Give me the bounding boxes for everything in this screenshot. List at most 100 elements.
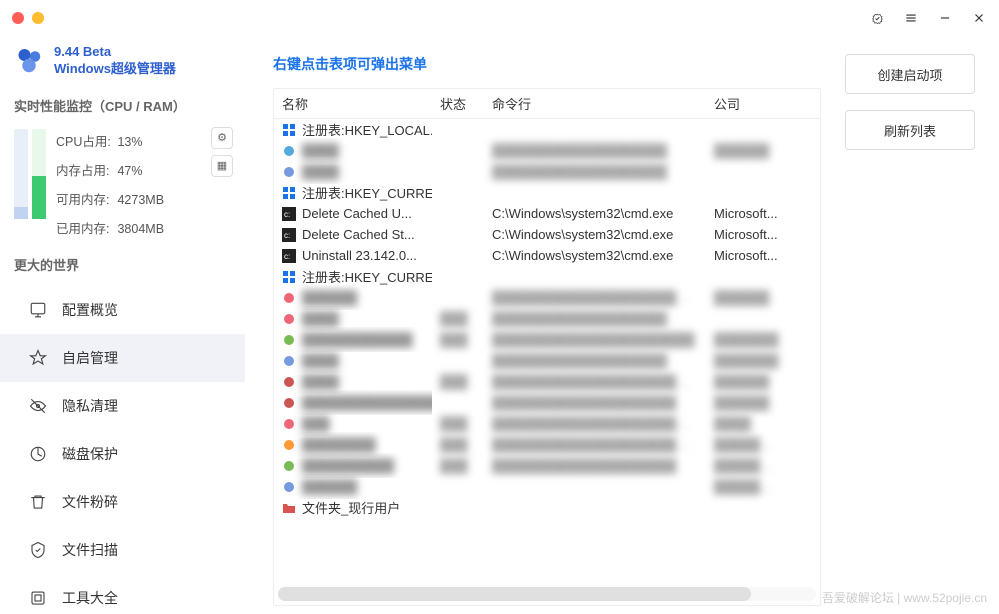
row-company: ████████ xyxy=(706,474,790,499)
row-name: 注册表:HKEY_LOCAL... xyxy=(302,120,432,139)
settings-icon[interactable] xyxy=(869,10,885,26)
tools-icon xyxy=(28,588,48,608)
hint-text: 右键点击表项可弹出菜单 xyxy=(273,54,821,88)
perf-ram-icon[interactable]: ▦ xyxy=(211,155,233,177)
row-cmd: C:\Windows\system32\cmd.exe xyxy=(484,243,706,268)
row-name: 文件夹_现行用户 xyxy=(302,498,400,517)
col-status[interactable]: 状态 xyxy=(432,89,484,118)
row-name: ████ xyxy=(302,353,339,368)
sidebar-item-label: 磁盘保护 xyxy=(62,444,118,464)
close-window[interactable] xyxy=(12,12,24,24)
startup-icon xyxy=(28,348,48,368)
row-status xyxy=(432,293,484,303)
sidebar-item-startup[interactable]: 自启管理 xyxy=(0,334,245,382)
perf-header: 实时性能监控（CPU / RAM） xyxy=(0,90,245,121)
sidebar-item-shred[interactable]: 文件粉碎 xyxy=(0,478,245,526)
row-cmd xyxy=(484,125,706,135)
table-row[interactable]: ██████████████████████████ xyxy=(274,308,820,329)
row-name: 注册表:HKEY_CURRE... xyxy=(302,183,432,202)
sidebar-item-overview[interactable]: 配置概览 xyxy=(0,286,245,334)
row-company: ██████ xyxy=(706,285,790,310)
sidebar-item-privacy[interactable]: 隐私清理 xyxy=(0,382,245,430)
col-cmd[interactable]: 命令行 xyxy=(484,89,706,118)
table-row[interactable]: 注册表:HKEY_CURRE... xyxy=(274,182,820,203)
svg-text:c:: c: xyxy=(284,252,290,261)
table-row[interactable]: ██████████████ xyxy=(274,476,820,497)
reg-icon xyxy=(282,270,296,284)
app-version: 9.44 Beta xyxy=(54,44,176,61)
col-company[interactable]: 公司 xyxy=(706,89,790,118)
row-company xyxy=(706,188,790,198)
table-row[interactable]: ████████████████████████████████████████… xyxy=(274,329,820,350)
table-row[interactable]: ████████████████████████████████████████… xyxy=(274,434,820,455)
row-status xyxy=(432,482,484,492)
row-name: ██████ xyxy=(302,479,357,494)
table-row[interactable]: 文件夹_现行用户 xyxy=(274,497,820,518)
row-name: ███ xyxy=(302,416,330,431)
overview-icon xyxy=(28,300,48,320)
row-status xyxy=(432,167,484,177)
row-company xyxy=(706,272,790,282)
perf-cpu-icon[interactable]: ⚙ xyxy=(211,127,233,149)
app-icon xyxy=(282,354,296,368)
row-name: ████ xyxy=(302,311,339,326)
row-company: ██████ xyxy=(706,138,790,163)
row-status xyxy=(432,272,484,282)
used-value: 3804MB xyxy=(117,222,164,236)
menu-icon[interactable] xyxy=(903,10,919,26)
row-name: ████ xyxy=(302,374,339,389)
app-icon xyxy=(282,417,296,431)
table-row[interactable]: 注册表:HKEY_LOCAL... xyxy=(274,119,820,140)
row-company: Microsoft... xyxy=(706,243,790,268)
row-cmd: ███████████████████ xyxy=(484,159,706,184)
app-icon xyxy=(282,375,296,389)
table-row[interactable]: c:Delete Cached U...C:\Windows\system32\… xyxy=(274,203,820,224)
ram-label: 内存占用: xyxy=(56,160,114,179)
app-icon xyxy=(282,165,296,179)
row-name: ████████████ xyxy=(302,332,413,347)
row-status xyxy=(432,398,484,408)
row-name: Delete Cached U... xyxy=(302,206,412,221)
cpu-value: 13% xyxy=(117,135,142,149)
cmd-icon: c: xyxy=(282,249,296,263)
table-row[interactable]: c:Delete Cached St...C:\Windows\system32… xyxy=(274,224,820,245)
table-row[interactable]: █████████████████████████████████ xyxy=(274,413,820,434)
close-icon[interactable] xyxy=(971,10,987,26)
table-row[interactable]: 注册表:HKEY_CURRE... xyxy=(274,266,820,287)
refresh-list-button[interactable]: 刷新列表 xyxy=(845,110,975,150)
row-name: Delete Cached St... xyxy=(302,227,415,242)
row-status: ███ xyxy=(432,327,484,352)
row-name: 注册表:HKEY_CURRE... xyxy=(302,267,432,286)
minimize-window[interactable] xyxy=(32,12,44,24)
row-name: ████ xyxy=(302,164,339,179)
reg-icon xyxy=(282,123,296,137)
table-row[interactable]: ███████████████████████████████████ xyxy=(274,287,820,308)
app-name: Windows超级管理器 xyxy=(54,61,176,78)
row-status xyxy=(432,503,484,513)
sidebar-item-label: 文件粉碎 xyxy=(62,492,118,512)
sidebar-item-disk[interactable]: 磁盘保护 xyxy=(0,430,245,478)
horizontal-scrollbar[interactable] xyxy=(278,587,816,601)
avail-value: 4273MB xyxy=(117,193,164,207)
app-icon xyxy=(282,480,296,494)
table-row[interactable]: █████████████████████████████ xyxy=(274,140,820,161)
col-name[interactable]: 名称 xyxy=(274,89,432,118)
min-icon[interactable] xyxy=(937,10,953,26)
table-row[interactable]: ████████████████████████████████████████… xyxy=(274,392,820,413)
row-name: ████████████████ xyxy=(302,395,432,410)
app-icon xyxy=(282,312,296,326)
row-status xyxy=(432,230,484,240)
sidebar-item-tools[interactable]: 工具大全 xyxy=(0,574,245,614)
table-row[interactable]: ██████████████████████████████ xyxy=(274,350,820,371)
row-status xyxy=(432,146,484,156)
app-icon xyxy=(282,144,296,158)
table-row[interactable]: ████████████████████████████████████ xyxy=(274,371,820,392)
sidebar-item-scan[interactable]: 文件扫描 xyxy=(0,526,245,574)
section-header: 更大的世界 xyxy=(0,249,245,280)
create-startup-button[interactable]: 创建启动项 xyxy=(845,54,975,94)
row-company xyxy=(706,314,790,324)
table-row[interactable]: ████████████████████████████████████████… xyxy=(274,455,820,476)
used-label: 已用内存: xyxy=(56,218,114,237)
row-company xyxy=(706,503,790,513)
row-name: ██████ xyxy=(302,290,357,305)
